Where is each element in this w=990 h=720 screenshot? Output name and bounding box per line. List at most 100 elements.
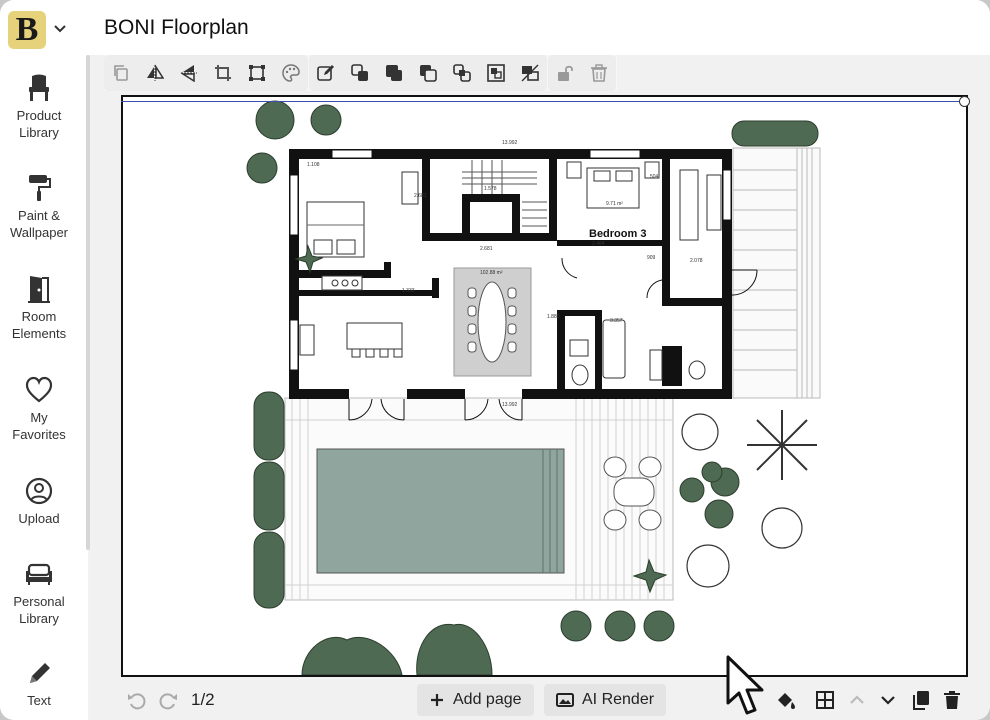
ai-render-button[interactable]: AI Render: [544, 684, 667, 716]
side-deck: [732, 147, 821, 399]
flip-vertical-button[interactable]: [172, 55, 206, 91]
tree-outlines: [681, 410, 817, 588]
flip-horizontal-button[interactable]: [138, 55, 172, 91]
send-to-back-icon: [453, 64, 471, 82]
sidebar-item-label: Elements: [11, 326, 67, 341]
door-icon: [28, 276, 50, 303]
bring-forward-icon: [351, 64, 368, 81]
send-backward-button[interactable]: [411, 55, 445, 91]
flip-vertical-icon: [180, 65, 197, 82]
toolbar-group-lock: [548, 55, 616, 91]
sidebar-item-personal-library[interactable]: Personal Library: [0, 559, 78, 627]
copy-icon: [114, 65, 128, 81]
room-label-bedroom-3[interactable]: Bedroom 3: [589, 228, 646, 240]
delete-button[interactable]: [582, 55, 616, 91]
dimension-label: 1.108: [307, 162, 320, 168]
group-icon: [487, 64, 505, 82]
sidebar-item-label: Personal: [13, 594, 65, 609]
duplicate-page-icon[interactable]: [910, 689, 932, 711]
brand-logo[interactable]: B: [8, 11, 46, 49]
group-button[interactable]: [479, 55, 513, 91]
object-toolbar: [104, 55, 617, 91]
send-backward-icon: [420, 65, 437, 82]
trash-icon: [591, 64, 607, 82]
floorplan-drawing[interactable]: Bedroom 3 13.992 1.108 2.681 1.578 2.681…: [123, 97, 966, 676]
toolbar-group-transform: [104, 55, 308, 91]
redo-icon[interactable]: [157, 689, 179, 711]
unlock-button[interactable]: [548, 55, 582, 91]
sidebar-item-upload[interactable]: Upload: [0, 476, 78, 527]
color-button[interactable]: [274, 55, 308, 91]
grid-icon[interactable]: [814, 689, 836, 711]
dimension-label: 1.578: [484, 186, 497, 192]
rotate-handle[interactable]: [959, 96, 970, 107]
dimension-label: 504: [650, 174, 659, 180]
sidebar-item-label: Room: [21, 309, 57, 324]
copy-button[interactable]: [104, 55, 138, 91]
sidebar-item-text[interactable]: Text: [0, 658, 78, 709]
swimming-pool[interactable]: [316, 448, 565, 574]
dimension-label: 2.078: [690, 258, 703, 264]
dimension-label: 909: [647, 255, 656, 261]
unlock-icon: [558, 65, 573, 81]
edit-icon: [317, 65, 334, 81]
image-icon: [556, 693, 574, 707]
mouse-cursor-icon: [726, 655, 764, 715]
sidebar-item-room-elements[interactable]: Room Elements: [0, 274, 78, 342]
dimension-label: 2.681: [480, 246, 493, 252]
bring-to-front-icon: [386, 65, 402, 81]
dimension-label: 9.71 m²: [606, 201, 623, 207]
bring-to-front-button[interactable]: [377, 55, 411, 91]
sidebar-item-label: My: [30, 410, 48, 425]
dimension-label: 2.681: [414, 193, 427, 199]
chevron-down-icon[interactable]: [877, 689, 899, 711]
flip-horizontal-icon: [147, 64, 164, 81]
dimension-label: 13.992: [502, 140, 518, 146]
plus-icon: [431, 694, 443, 706]
sidebar: Product Library Paint & Wallpaper Room E…: [0, 55, 88, 720]
crop-button[interactable]: [206, 55, 240, 91]
ai-render-label: AI Render: [582, 691, 655, 708]
sidebar-item-label: Wallpaper: [9, 225, 69, 240]
sidebar-item-label: Library: [19, 611, 59, 626]
project-title[interactable]: BONI Floorplan: [104, 16, 249, 40]
sidebar-item-label: Product: [16, 108, 62, 123]
transform-button[interactable]: [240, 55, 274, 91]
sidebar-item-paint-wallpaper[interactable]: Paint & Wallpaper: [0, 173, 78, 241]
sofa-icon: [26, 563, 52, 585]
dining-area: [453, 267, 532, 377]
page-indicator: 1/2: [191, 690, 215, 709]
design-canvas[interactable]: Bedroom 3 13.992 1.108 2.681 1.578 2.681…: [121, 95, 968, 677]
add-page-button[interactable]: Add page: [417, 684, 534, 716]
pencil-icon: [30, 663, 50, 683]
ungroup-icon: [521, 64, 539, 82]
sidebar-item-label: Text: [27, 693, 51, 708]
top-bar: B BONI Floorplan: [0, 0, 990, 55]
chevron-down-icon[interactable]: [52, 20, 68, 36]
dimension-label: 1.333: [402, 288, 415, 294]
sidebar-item-label: Favorites: [12, 427, 66, 442]
sidebar-scrollbar[interactable]: [86, 55, 90, 550]
paint-bucket-icon[interactable]: [774, 689, 796, 711]
dimension-label: 102.88 m²: [480, 270, 503, 276]
undo-icon[interactable]: [126, 689, 148, 711]
sidebar-item-my-favorites[interactable]: My Favorites: [0, 375, 78, 443]
bathroom: [569, 319, 706, 386]
send-to-back-button[interactable]: [445, 55, 479, 91]
heart-icon: [25, 376, 53, 403]
bring-forward-button[interactable]: [343, 55, 377, 91]
toolbar-group-arrange: [309, 55, 547, 91]
crop-icon: [215, 65, 231, 81]
delete-page-icon[interactable]: [941, 689, 963, 711]
dimension-label: 1.880: [547, 314, 560, 320]
ungroup-button[interactable]: [513, 55, 547, 91]
app-window: B BONI Floorplan Product Library Paint &: [0, 0, 990, 720]
edit-button[interactable]: [309, 55, 343, 91]
sidebar-item-product-library[interactable]: Product Library: [0, 73, 78, 141]
sidebar-item-label: Paint &: [18, 208, 60, 223]
chair-icon: [29, 74, 49, 101]
chevron-up-icon[interactable]: [846, 689, 868, 711]
staircase: [462, 160, 547, 227]
paint-roller-icon: [29, 175, 51, 201]
add-page-label: Add page: [453, 691, 522, 708]
